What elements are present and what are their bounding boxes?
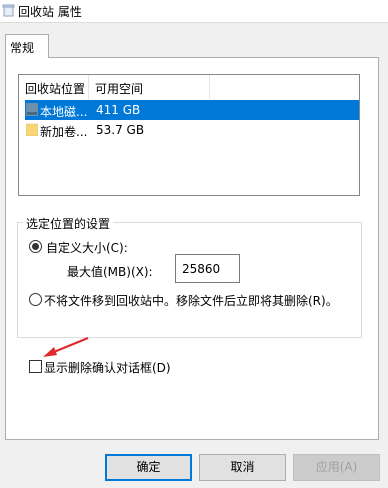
confirm-delete-label: 显示删除确认对话框(D): [44, 361, 171, 375]
recycle-bin-icon: [2, 4, 15, 17]
free-space: 411 GB: [96, 103, 141, 117]
free-space: 53.7 GB: [96, 123, 145, 137]
annotation-arrow-icon: [43, 336, 89, 357]
column-header-free-space[interactable]: 可用空间: [89, 75, 210, 99]
cancel-button[interactable]: 取消: [199, 454, 286, 481]
column-header-location[interactable]: 回收站位置: [19, 75, 89, 99]
list-item[interactable]: 本地磁... 411 GB: [25, 100, 359, 120]
local-disk-icon: [26, 103, 38, 116]
folder-drive-icon: [26, 123, 38, 136]
tab-label: 常规: [10, 41, 35, 55]
title-bar: 回收站 属性: [0, 0, 388, 23]
location-name: 本地磁...: [40, 105, 88, 119]
list-header: 回收站位置 可用空间: [19, 75, 359, 99]
max-value-label: 最大值(MB)(X):: [67, 265, 153, 279]
radio-selected-dot: [32, 243, 39, 250]
settings-group-title: 选定位置的设置: [23, 215, 114, 232]
recycle-location-list[interactable]: 回收站位置 可用空间 本地磁... 411 GB 新加卷... 53.7 GB: [18, 74, 360, 196]
confirm-delete-checkbox[interactable]: [29, 360, 42, 373]
ok-button[interactable]: 确定: [105, 454, 192, 481]
tab-general[interactable]: 常规: [5, 34, 49, 58]
location-name: 新加卷...: [40, 125, 88, 139]
no-recycle-radio[interactable]: [29, 293, 42, 306]
custom-size-radio[interactable]: [29, 240, 42, 253]
list-item[interactable]: 新加卷... 53.7 GB: [25, 120, 359, 140]
no-recycle-label: 不将文件移到回收站中。移除文件后立即将其删除(R)。: [44, 294, 338, 308]
apply-button[interactable]: 应用(A): [293, 454, 380, 481]
max-size-value: 25860: [182, 262, 221, 276]
custom-size-label: 自定义大小(C):: [46, 241, 128, 255]
window-title: 回收站 属性: [18, 5, 82, 19]
max-size-input[interactable]: 25860: [175, 254, 240, 283]
